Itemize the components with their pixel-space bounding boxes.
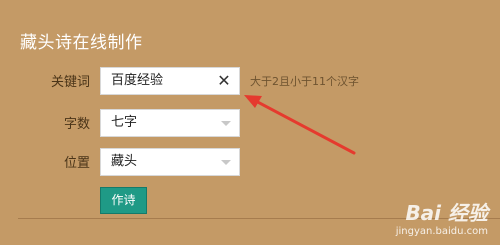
submit-button[interactable]: 作诗 xyxy=(100,187,147,214)
page-title: 藏头诗在线制作 xyxy=(20,33,143,53)
position-value: 藏头 xyxy=(111,154,138,169)
close-icon[interactable]: ✕ xyxy=(215,72,233,90)
chevron-down-icon xyxy=(221,121,231,126)
count-select[interactable]: 七字 xyxy=(100,109,240,137)
count-value: 七字 xyxy=(111,115,138,130)
arrow-head xyxy=(244,95,262,108)
keyword-value: 百度经验 xyxy=(111,73,164,88)
arrow-shaft xyxy=(250,97,356,155)
chevron-down-icon xyxy=(221,160,231,165)
count-label: 字数 xyxy=(63,117,90,132)
position-label: 位置 xyxy=(63,156,90,171)
watermark-logo: Bai 经验 xyxy=(405,201,488,225)
keyword-input[interactable]: 百度经验 ✕ xyxy=(100,67,240,95)
watermark-url: jingyan.baidu.com xyxy=(395,226,488,237)
position-select[interactable]: 藏头 xyxy=(100,148,240,176)
keyword-label: 关键词 xyxy=(50,75,90,90)
baidu-watermark: Bai 经验 jingyan.baidu.com xyxy=(396,197,488,237)
keyword-hint: 大于2且小于11个汉字 xyxy=(250,75,359,88)
